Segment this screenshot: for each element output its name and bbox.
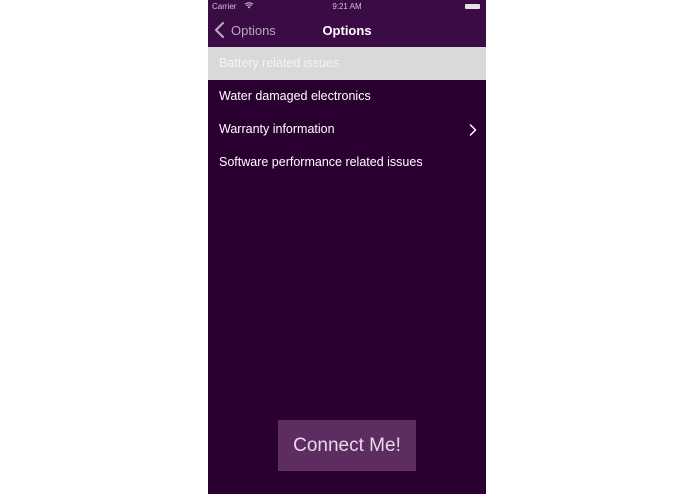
options-list: Battery related issues Water damaged ele…: [208, 47, 486, 179]
list-item-label: Water damaged electronics: [219, 89, 371, 103]
list-item-software-performance[interactable]: Software performance related issues: [208, 146, 486, 179]
navigation-bar: Options Options: [208, 13, 486, 47]
list-item-battery[interactable]: Battery related issues: [208, 47, 486, 80]
battery-icon: [465, 4, 480, 9]
page-title: Options: [322, 23, 372, 38]
list-item-water-damage[interactable]: Water damaged electronics: [208, 80, 486, 113]
status-time: 9:21 AM: [332, 2, 362, 11]
status-bar: Carrier 9:21 AM: [208, 0, 486, 13]
list-item-label: Battery related issues: [219, 56, 340, 70]
connect-me-button[interactable]: Connect Me!: [278, 420, 416, 471]
list-item-warranty[interactable]: Warranty information: [208, 113, 486, 146]
list-item-label: Warranty information: [219, 122, 335, 136]
chevron-right-icon: [469, 124, 477, 136]
app-screen: Carrier 9:21 AM Options Options Battery …: [208, 0, 486, 494]
list-item-label: Software performance related issues: [219, 155, 423, 169]
